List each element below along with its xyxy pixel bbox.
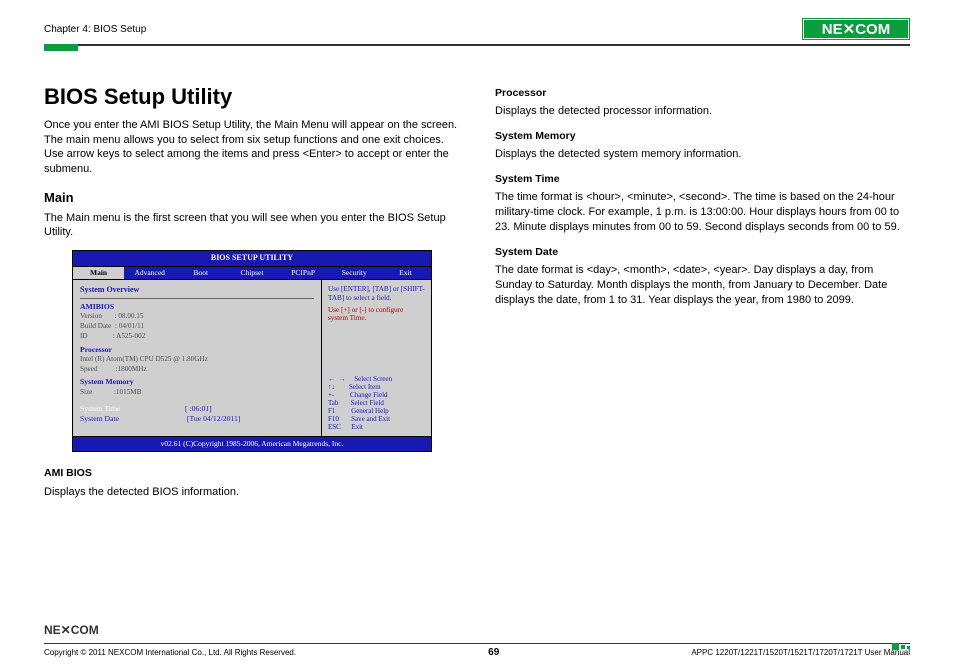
bios-key-tab: Tab Select Field bbox=[328, 399, 425, 407]
bios-tab-security: Security bbox=[329, 267, 380, 279]
bios-overview: System Overview bbox=[80, 285, 314, 299]
processor-desc: Displays the detected processor informat… bbox=[495, 104, 910, 119]
brand-logo-top: NE✕COM bbox=[802, 18, 910, 40]
sysmem-desc: Displays the detected system memory info… bbox=[495, 147, 910, 162]
bios-processor: Processor bbox=[80, 345, 314, 355]
bios-keys: ← → Select Screen ↑↓ Select Item +- Chan… bbox=[328, 375, 425, 431]
main-desc: The Main menu is the first screen that y… bbox=[44, 211, 459, 241]
bios-sysmem: System Memory bbox=[80, 377, 314, 387]
bios-key-f10: F10 Save and Exit bbox=[328, 415, 425, 423]
green-squares-icon bbox=[892, 637, 910, 655]
page-title: BIOS Setup Utility bbox=[44, 82, 459, 112]
systime-label: System Time bbox=[495, 172, 910, 186]
bios-sysdate-val: [Tue 04/12/2011] bbox=[187, 414, 240, 423]
ami-bios-label: AMI BIOS bbox=[44, 466, 459, 480]
bios-footer: v02.61 (C)Copyright 1985-2006, American … bbox=[72, 437, 432, 452]
bios-tab-chipset: Chipset bbox=[226, 267, 277, 279]
bios-tabs: Main Advanced Boot Chipset PCIPnP Securi… bbox=[72, 266, 432, 279]
systime-desc: The time format is <hour>, <minute>, <se… bbox=[495, 190, 910, 235]
brand-logo-bottom: NE✕COM bbox=[44, 623, 910, 641]
page-number: 69 bbox=[488, 647, 499, 658]
ami-bios-desc: Displays the detected BIOS information. bbox=[44, 485, 459, 500]
bios-speed: Speed :1800MHz bbox=[80, 365, 314, 375]
bios-tab-advanced: Advanced bbox=[124, 267, 175, 279]
processor-label: Processor bbox=[495, 86, 910, 100]
svg-text:NE✕COM: NE✕COM bbox=[44, 623, 99, 636]
sysdate-desc: The date format is <day>, <month>, <date… bbox=[495, 263, 910, 308]
sysmem-label: System Memory bbox=[495, 129, 910, 143]
manual-name: APPC 1220T/1221T/1520T/1521T/1720T/1721T… bbox=[691, 648, 910, 657]
bios-key-esc: ESC Exit bbox=[328, 423, 425, 431]
bios-systime-val: [ :06:01] bbox=[185, 404, 212, 414]
bios-screenshot: BIOS SETUP UTILITY Main Advanced Boot Ch… bbox=[72, 250, 432, 452]
main-heading: Main bbox=[44, 189, 459, 207]
bios-size: Size :1015MB bbox=[80, 388, 314, 398]
bios-key-f1: F1 General Help bbox=[328, 407, 425, 415]
bios-tab-pcipnp: PCIPnP bbox=[278, 267, 329, 279]
copyright: Copyright © 2011 NEXCOM International Co… bbox=[44, 648, 296, 657]
sysdate-label: System Date bbox=[495, 245, 910, 259]
bios-tab-main: Main bbox=[73, 267, 124, 279]
bios-tab-exit: Exit bbox=[380, 267, 431, 279]
bios-key-change: +- Change Field bbox=[328, 391, 425, 399]
bios-amibios: AMIBIOS bbox=[80, 302, 314, 312]
bios-help1: Use [ENTER], [TAB] or [SHIFT-TAB] to sel… bbox=[328, 285, 425, 302]
bios-key-screen: ← → Select Screen bbox=[328, 375, 425, 383]
bios-help2: Use [+] or [-] to configure system Time. bbox=[328, 306, 425, 323]
intro-paragraph: Once you enter the AMI BIOS Setup Utilit… bbox=[44, 118, 459, 177]
bios-tab-boot: Boot bbox=[175, 267, 226, 279]
green-accent-tab bbox=[44, 44, 78, 51]
bios-sysdate-label: System Date bbox=[80, 414, 185, 424]
bios-systime-label: System Time bbox=[80, 404, 185, 414]
bottom-rule bbox=[44, 643, 910, 644]
bios-cpu: Intel (R) Atom(TM) CPU D525 @ 1.80GHz bbox=[80, 355, 314, 365]
bios-key-item: ↑↓ Select Item bbox=[328, 383, 425, 391]
bios-build: Build Date : 04/01/11 bbox=[80, 322, 314, 332]
top-rule bbox=[44, 44, 910, 46]
chapter-label: Chapter 4: BIOS Setup bbox=[44, 24, 146, 35]
svg-text:NE✕COM: NE✕COM bbox=[822, 21, 890, 38]
bios-version: Version : 08.00.15 bbox=[80, 312, 314, 322]
bios-title: BIOS SETUP UTILITY bbox=[72, 250, 432, 266]
bios-id: ID : A525-002 bbox=[80, 332, 314, 342]
